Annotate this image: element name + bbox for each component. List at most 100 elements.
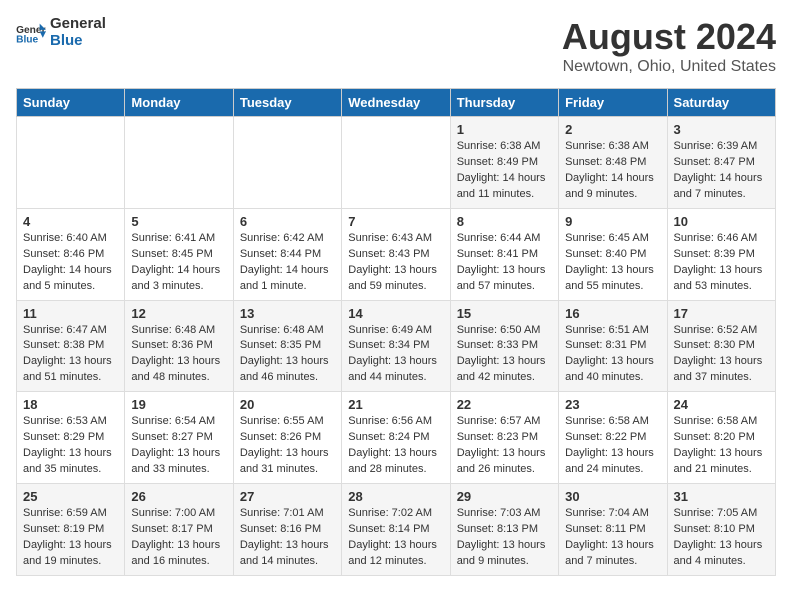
calendar-cell: 20 Sunrise: 6:55 AM Sunset: 8:26 PM Dayli… <box>233 392 341 484</box>
calendar-cell: 17Sunrise: 6:52 AM Sunset: 8:30 PM Dayli… <box>667 300 775 392</box>
day-number: 13 <box>240 306 335 321</box>
cell-content: Sunrise: 6:59 AM Sunset: 8:19 PM Dayligh… <box>23 506 118 570</box>
cell-content: Sunrise: 6:47 AM Sunset: 8:38 PM Dayligh… <box>23 323 118 387</box>
day-number: 20 <box>240 397 335 412</box>
calendar-cell: 26 Sunrise: 7:00 AM Sunset: 8:17 PM Dayli… <box>125 484 233 576</box>
cell-content: Sunrise: 6:53 AM Sunset: 8:29 PM Dayligh… <box>23 414 118 478</box>
cell-content: Sunrise: 7:01 AM Sunset: 8:16 PM Dayligh… <box>240 506 335 570</box>
day-number: 9 <box>565 214 660 229</box>
calendar-header-saturday: Saturday <box>667 89 775 117</box>
calendar-header-monday: Monday <box>125 89 233 117</box>
day-number: 19 <box>131 397 226 412</box>
cell-content: Sunrise: 6:38 AM Sunset: 8:48 PM Dayligh… <box>565 139 660 203</box>
day-number: 4 <box>23 214 118 229</box>
cell-content: Sunrise: 6:56 AM Sunset: 8:24 PM Dayligh… <box>348 414 443 478</box>
day-number: 6 <box>240 214 335 229</box>
calendar-cell: 27 Sunrise: 7:01 AM Sunset: 8:16 PM Dayli… <box>233 484 341 576</box>
cell-content: Sunrise: 6:43 AM Sunset: 8:43 PM Dayligh… <box>348 231 443 295</box>
cell-content: Sunrise: 6:54 AM Sunset: 8:27 PM Dayligh… <box>131 414 226 478</box>
cell-content: Sunrise: 6:58 AM Sunset: 8:22 PM Dayligh… <box>565 414 660 478</box>
calendar-cell: 28 Sunrise: 7:02 AM Sunset: 8:14 PM Dayli… <box>342 484 450 576</box>
calendar-table: SundayMondayTuesdayWednesdayThursdayFrid… <box>16 88 776 576</box>
day-number: 14 <box>348 306 443 321</box>
day-number: 23 <box>565 397 660 412</box>
cell-content: Sunrise: 6:58 AM Sunset: 8:20 PM Dayligh… <box>674 414 769 478</box>
calendar-cell: 8Sunrise: 6:44 AM Sunset: 8:41 PM Daylig… <box>450 208 558 300</box>
day-number: 12 <box>131 306 226 321</box>
cell-content: Sunrise: 7:00 AM Sunset: 8:17 PM Dayligh… <box>131 506 226 570</box>
cell-content: Sunrise: 6:40 AM Sunset: 8:46 PM Dayligh… <box>23 231 118 295</box>
day-number: 7 <box>348 214 443 229</box>
calendar-cell: 31 Sunrise: 7:05 AM Sunset: 8:10 PM Dayli… <box>667 484 775 576</box>
day-number: 24 <box>674 397 769 412</box>
cell-content: Sunrise: 6:50 AM Sunset: 8:33 PM Dayligh… <box>457 323 552 387</box>
title-area: August 2024 Newtown, Ohio, United States <box>562 16 776 76</box>
cell-content: Sunrise: 6:48 AM Sunset: 8:36 PM Dayligh… <box>131 323 226 387</box>
calendar-cell: 1 Sunrise: 6:38 AM Sunset: 8:49 PM Daylig… <box>450 117 558 209</box>
day-number: 10 <box>674 214 769 229</box>
calendar-header-row: SundayMondayTuesdayWednesdayThursdayFrid… <box>17 89 776 117</box>
day-number: 2 <box>565 122 660 137</box>
calendar-cell: 5Sunrise: 6:41 AM Sunset: 8:45 PM Daylig… <box>125 208 233 300</box>
day-number: 28 <box>348 489 443 504</box>
calendar-cell: 19 Sunrise: 6:54 AM Sunset: 8:27 PM Dayli… <box>125 392 233 484</box>
cell-content: Sunrise: 7:05 AM Sunset: 8:10 PM Dayligh… <box>674 506 769 570</box>
calendar-cell: 9 Sunrise: 6:45 AM Sunset: 8:40 PM Daylig… <box>559 208 667 300</box>
header: General Blue General Blue August 2024 Ne… <box>16 16 776 76</box>
cell-content: Sunrise: 6:57 AM Sunset: 8:23 PM Dayligh… <box>457 414 552 478</box>
day-number: 29 <box>457 489 552 504</box>
cell-content: Sunrise: 6:39 AM Sunset: 8:47 PM Dayligh… <box>674 139 769 203</box>
calendar-cell: 14 Sunrise: 6:49 AM Sunset: 8:34 PM Dayli… <box>342 300 450 392</box>
cell-content: Sunrise: 7:03 AM Sunset: 8:13 PM Dayligh… <box>457 506 552 570</box>
calendar-cell: 12 Sunrise: 6:48 AM Sunset: 8:36 PM Dayli… <box>125 300 233 392</box>
calendar-cell: 23 Sunrise: 6:58 AM Sunset: 8:22 PM Dayli… <box>559 392 667 484</box>
calendar-week-3: 11Sunrise: 6:47 AM Sunset: 8:38 PM Dayli… <box>17 300 776 392</box>
day-number: 8 <box>457 214 552 229</box>
calendar-cell: 22Sunrise: 6:57 AM Sunset: 8:23 PM Dayli… <box>450 392 558 484</box>
calendar-cell: 3Sunrise: 6:39 AM Sunset: 8:47 PM Daylig… <box>667 117 775 209</box>
day-number: 1 <box>457 122 552 137</box>
day-number: 26 <box>131 489 226 504</box>
cell-content: Sunrise: 6:49 AM Sunset: 8:34 PM Dayligh… <box>348 323 443 387</box>
calendar-cell: 21Sunrise: 6:56 AM Sunset: 8:24 PM Dayli… <box>342 392 450 484</box>
cell-content: Sunrise: 6:48 AM Sunset: 8:35 PM Dayligh… <box>240 323 335 387</box>
day-number: 27 <box>240 489 335 504</box>
calendar-cell <box>233 117 341 209</box>
day-number: 15 <box>457 306 552 321</box>
day-number: 25 <box>23 489 118 504</box>
calendar-cell <box>17 117 125 209</box>
logo-general-text: General <box>50 16 106 33</box>
calendar-cell: 16Sunrise: 6:51 AM Sunset: 8:31 PM Dayli… <box>559 300 667 392</box>
calendar-cell: 2 Sunrise: 6:38 AM Sunset: 8:48 PM Daylig… <box>559 117 667 209</box>
calendar-cell <box>125 117 233 209</box>
calendar-header-friday: Friday <box>559 89 667 117</box>
calendar-cell: 11Sunrise: 6:47 AM Sunset: 8:38 PM Dayli… <box>17 300 125 392</box>
calendar-cell: 24 Sunrise: 6:58 AM Sunset: 8:20 PM Dayli… <box>667 392 775 484</box>
logo-icon: General Blue <box>16 22 46 44</box>
cell-content: Sunrise: 6:46 AM Sunset: 8:39 PM Dayligh… <box>674 231 769 295</box>
calendar-cell: 25 Sunrise: 6:59 AM Sunset: 8:19 PM Dayli… <box>17 484 125 576</box>
calendar-cell <box>342 117 450 209</box>
cell-content: Sunrise: 7:02 AM Sunset: 8:14 PM Dayligh… <box>348 506 443 570</box>
cell-content: Sunrise: 6:45 AM Sunset: 8:40 PM Dayligh… <box>565 231 660 295</box>
calendar-cell: 13 Sunrise: 6:48 AM Sunset: 8:35 PM Dayli… <box>233 300 341 392</box>
cell-content: Sunrise: 6:55 AM Sunset: 8:26 PM Dayligh… <box>240 414 335 478</box>
svg-text:Blue: Blue <box>16 34 38 44</box>
logo-blue-text: Blue <box>50 33 106 50</box>
calendar-cell: 30Sunrise: 7:04 AM Sunset: 8:11 PM Dayli… <box>559 484 667 576</box>
day-number: 31 <box>674 489 769 504</box>
calendar-cell: 15 Sunrise: 6:50 AM Sunset: 8:33 PM Dayli… <box>450 300 558 392</box>
cell-content: Sunrise: 6:38 AM Sunset: 8:49 PM Dayligh… <box>457 139 552 203</box>
calendar-cell: 29 Sunrise: 7:03 AM Sunset: 8:13 PM Dayli… <box>450 484 558 576</box>
main-title: August 2024 <box>562 16 776 58</box>
calendar-header-thursday: Thursday <box>450 89 558 117</box>
day-number: 18 <box>23 397 118 412</box>
calendar-week-2: 4 Sunrise: 6:40 AM Sunset: 8:46 PM Daylig… <box>17 208 776 300</box>
calendar-week-1: 1 Sunrise: 6:38 AM Sunset: 8:49 PM Daylig… <box>17 117 776 209</box>
cell-content: Sunrise: 6:51 AM Sunset: 8:31 PM Dayligh… <box>565 323 660 387</box>
calendar-cell: 10 Sunrise: 6:46 AM Sunset: 8:39 PM Dayli… <box>667 208 775 300</box>
logo: General Blue General Blue <box>16 16 106 49</box>
calendar-cell: 6Sunrise: 6:42 AM Sunset: 8:44 PM Daylig… <box>233 208 341 300</box>
calendar-week-4: 18 Sunrise: 6:53 AM Sunset: 8:29 PM Dayli… <box>17 392 776 484</box>
cell-content: Sunrise: 7:04 AM Sunset: 8:11 PM Dayligh… <box>565 506 660 570</box>
